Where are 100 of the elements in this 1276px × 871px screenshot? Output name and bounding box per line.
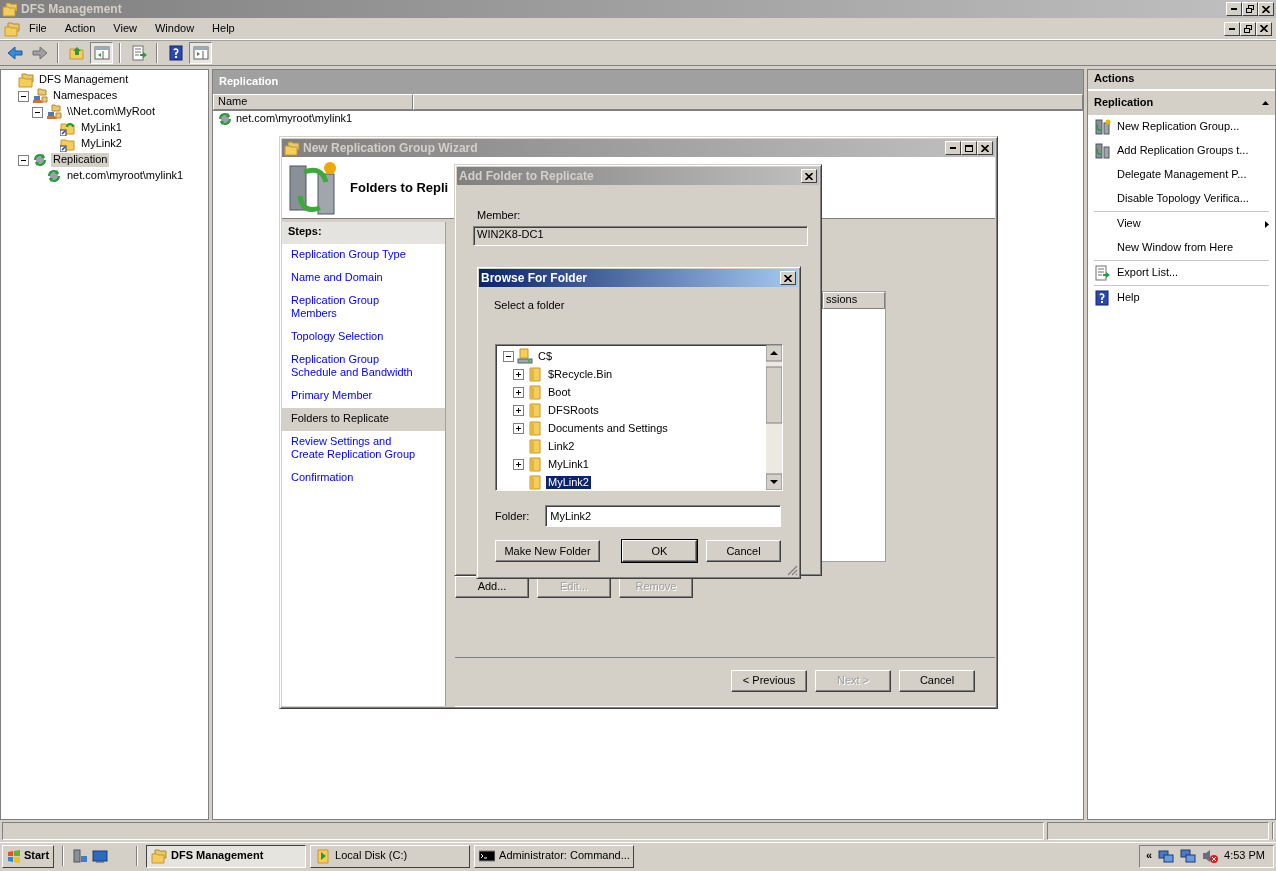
- collapse-icon[interactable]: [503, 350, 514, 362]
- window-title: DFS Management: [21, 1, 123, 17]
- restore-button[interactable]: [1240, 21, 1256, 36]
- close-button[interactable]: [801, 169, 817, 183]
- action-label: Add Replication Groups t...: [1117, 144, 1250, 158]
- close-icon: [784, 274, 792, 282]
- wizard-step[interactable]: Replication Group Schedule and Bandwidth: [282, 349, 445, 385]
- command-item[interactable]: Disable Topology Verifica...: [1088, 187, 1275, 211]
- tree-item[interactable]: Boot: [546, 385, 573, 399]
- command-item[interactable]: Help: [1088, 286, 1275, 310]
- console-icon: [479, 848, 496, 864]
- tree-item[interactable]: DFS Management: [37, 73, 131, 87]
- tree-item[interactable]: MyLink1: [546, 457, 591, 471]
- tree-item[interactable]: MyLink1: [79, 121, 124, 135]
- expand-icon[interactable]: [513, 386, 524, 398]
- network-icon[interactable]: [1158, 848, 1175, 864]
- section-header[interactable]: Replication: [1088, 91, 1275, 115]
- tree-item[interactable]: net.com\myroot\mylink1: [65, 169, 186, 183]
- network-icon[interactable]: [1180, 848, 1197, 864]
- collapse-icon[interactable]: [18, 154, 29, 166]
- expand-icon[interactable]: [513, 422, 524, 434]
- maximize-icon: [965, 144, 973, 152]
- command-item[interactable]: Export List...: [1088, 261, 1275, 285]
- taskbar-button[interactable]: Administrator: Command...: [474, 844, 635, 868]
- close-button[interactable]: [977, 141, 993, 155]
- dialog-button[interactable]: Cancel: [706, 540, 781, 563]
- restore-icon: [1244, 24, 1252, 33]
- minimize-icon: [1229, 27, 1235, 30]
- command-item[interactable]: View: [1088, 212, 1275, 236]
- close-icon: [1260, 25, 1268, 32]
- action-label: Delegate Management P...: [1117, 168, 1248, 182]
- tree-item[interactable]: MyLink2: [79, 137, 124, 151]
- taskbar-button[interactable]: DFS Management: [146, 844, 307, 868]
- tree-item[interactable]: DFSRoots: [546, 403, 601, 417]
- drive-icon: [517, 348, 533, 365]
- start-button[interactable]: Start: [2, 844, 55, 868]
- app-icon: [4, 20, 20, 37]
- folder-field[interactable]: MyLink2: [545, 505, 781, 528]
- expand-icon[interactable]: [513, 404, 524, 416]
- pane-header: Replication: [213, 70, 1083, 94]
- collapse-icon[interactable]: [32, 106, 43, 118]
- wizard-button[interactable]: Cancel: [899, 670, 975, 692]
- wizard-step[interactable]: Primary Member: [282, 385, 445, 408]
- action-label: New Window from Here: [1117, 241, 1235, 255]
- close-button[interactable]: [1256, 21, 1272, 36]
- tray-toggle[interactable]: «: [1145, 849, 1153, 863]
- close-button[interactable]: [780, 271, 796, 285]
- collapse-icon[interactable]: [18, 90, 29, 102]
- server-manager-icon[interactable]: [72, 848, 89, 864]
- command-item[interactable]: Add Replication Groups t...: [1088, 139, 1275, 163]
- menu-item[interactable]: Help: [203, 19, 244, 38]
- command-item[interactable]: Delegate Management P...: [1088, 163, 1275, 187]
- minimize-button[interactable]: [1226, 2, 1242, 16]
- toolbar-button[interactable]: [90, 42, 113, 64]
- tree-item[interactable]: $Recycle.Bin: [546, 367, 615, 381]
- tree-item[interactable]: Link2: [546, 439, 577, 453]
- tree-item[interactable]: \\Net.com\MyRoot: [65, 105, 158, 119]
- taskbar-button[interactable]: Local Disk (C:): [310, 844, 471, 868]
- tree-item[interactable]: Namespaces: [51, 89, 120, 103]
- speaker-muted-icon[interactable]: [1202, 848, 1219, 864]
- wizard-button[interactable]: < Previous: [731, 670, 807, 692]
- wizard-step[interactable]: Replication Group Members: [282, 290, 445, 326]
- dialog-button[interactable]: OK: [622, 540, 697, 563]
- wizard-step[interactable]: Name and Domain: [282, 267, 445, 290]
- tree-item[interactable]: MyLink2: [546, 475, 591, 489]
- expand-icon[interactable]: [513, 368, 524, 380]
- column-header[interactable]: ssions: [823, 292, 885, 309]
- wizard-step[interactable]: Topology Selection: [282, 326, 445, 349]
- scrollbar[interactable]: [766, 345, 782, 491]
- toolbar-button[interactable]: [189, 42, 212, 64]
- wizard-step[interactable]: Replication Group Type: [282, 244, 445, 267]
- folder-icon: [527, 420, 543, 437]
- window-title: Browse For Folder: [481, 270, 588, 286]
- minimize-button[interactable]: [1224, 21, 1240, 36]
- folders-icon: [18, 72, 34, 88]
- section-title: Replication: [1094, 96, 1154, 110]
- app-icon: [2, 1, 18, 17]
- dialog-button[interactable]: Make New Folder: [495, 540, 600, 563]
- menu-item[interactable]: Window: [145, 19, 204, 38]
- desktop-icon[interactable]: [92, 848, 109, 864]
- wizard-step[interactable]: Confirmation: [282, 467, 445, 490]
- tree-item[interactable]: Replication: [51, 153, 110, 167]
- minimize-icon: [950, 147, 956, 149]
- menu-item[interactable]: File: [20, 19, 56, 38]
- restore-button[interactable]: [1242, 2, 1258, 16]
- wizard-step[interactable]: Folders to Replicate: [282, 408, 445, 431]
- minimize-button[interactable]: [945, 141, 961, 155]
- menu-item[interactable]: Action: [55, 19, 105, 38]
- close-button[interactable]: [1258, 2, 1274, 16]
- tree-item[interactable]: C$: [536, 349, 555, 363]
- expand-icon[interactable]: [513, 458, 524, 470]
- command-item[interactable]: New Window from Here: [1088, 236, 1275, 260]
- maximize-button[interactable]: [961, 141, 977, 155]
- command-item[interactable]: New Replication Group...: [1088, 115, 1275, 139]
- tree-item[interactable]: Documents and Settings: [546, 421, 670, 435]
- wizard-step[interactable]: Review Settings and Create Replication Group: [282, 431, 445, 467]
- action-label: New Replication Group...: [1117, 120, 1241, 134]
- column-header[interactable]: Name: [213, 94, 413, 110]
- list-item[interactable]: net.com\myroot\mylink1: [236, 112, 353, 126]
- menu-item[interactable]: View: [104, 19, 146, 38]
